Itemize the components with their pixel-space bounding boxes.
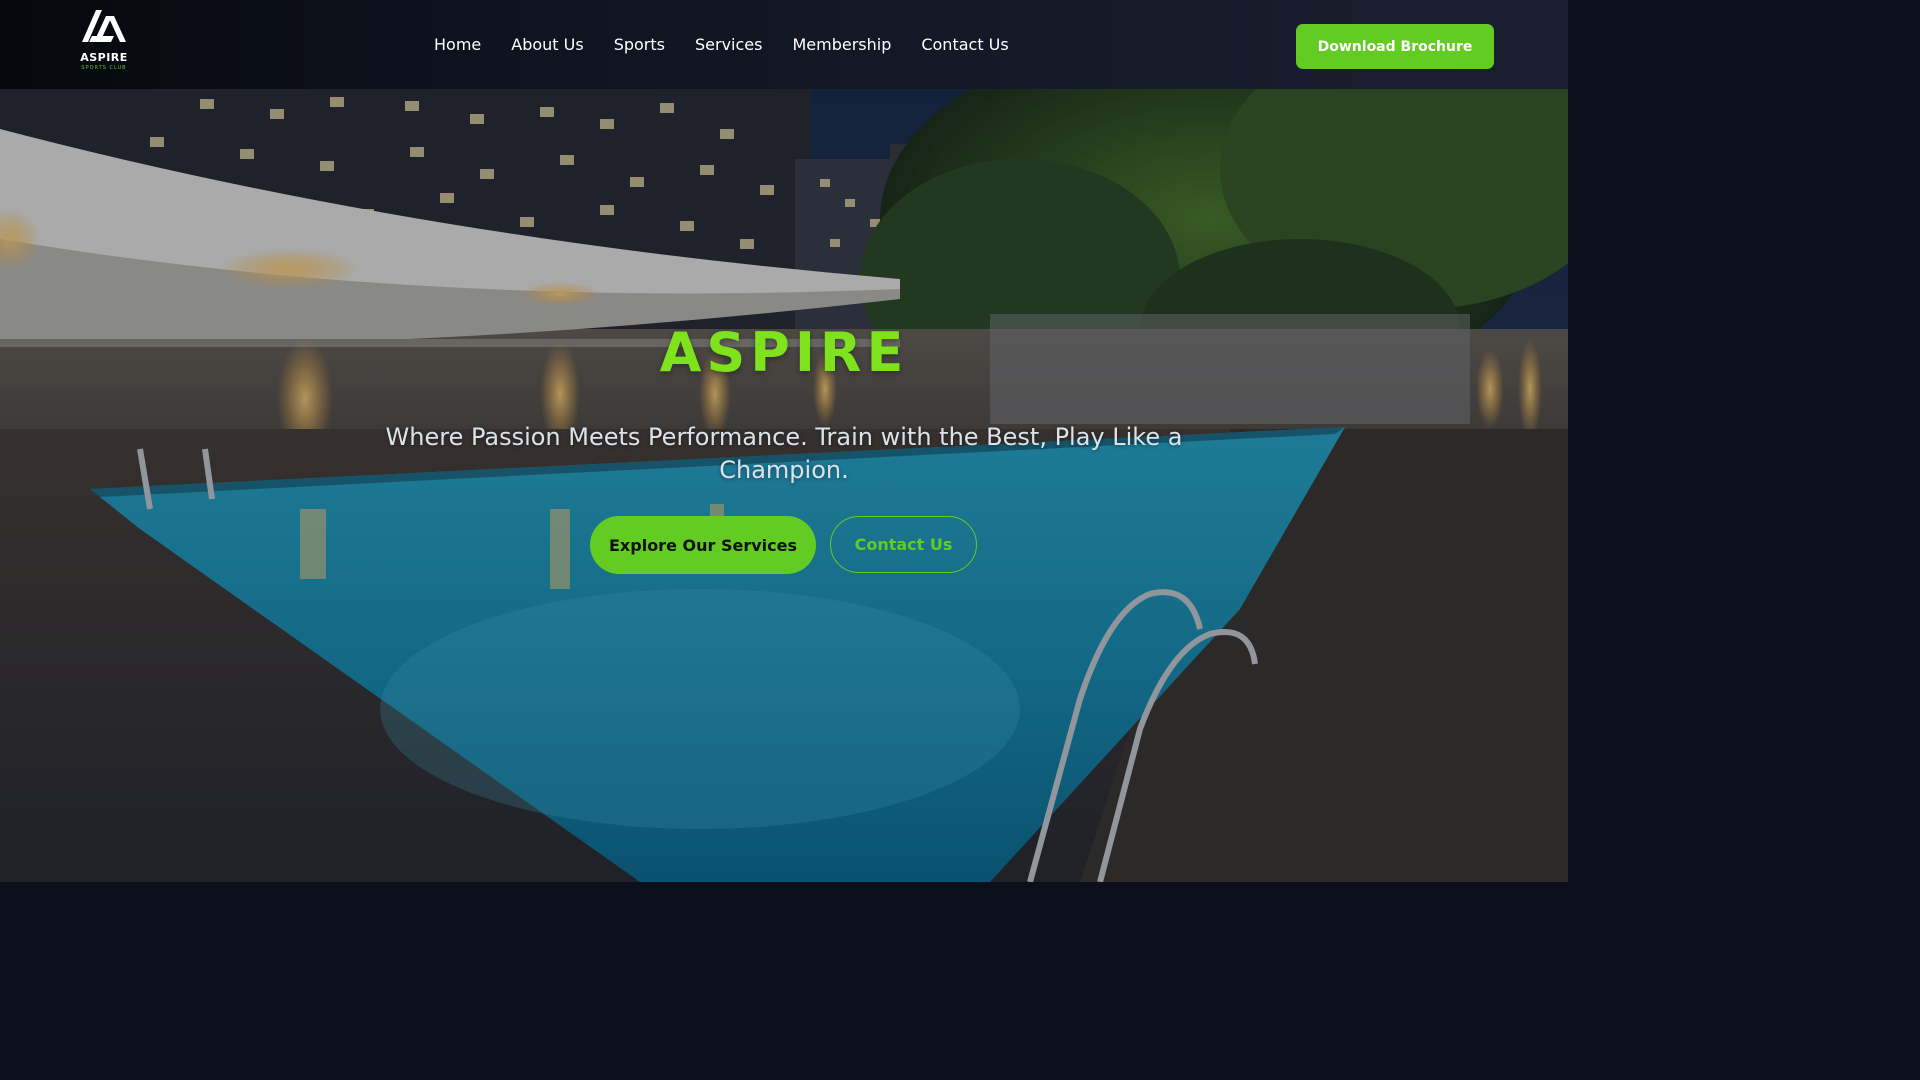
hero-contact-button[interactable]: Contact Us — [830, 516, 977, 573]
explore-services-button[interactable]: Explore Our Services — [590, 516, 816, 574]
hero-section: ASPIRE Where Passion Meets Performance. … — [0, 89, 1568, 882]
brand-logo[interactable]: ASPIRE SPORTS CLUB — [70, 6, 136, 71]
nav-item-contact-us[interactable]: Contact Us — [921, 35, 1008, 54]
aspire-logo-icon — [82, 10, 126, 42]
nav-item-sports[interactable]: Sports — [614, 35, 665, 54]
hero-tagline: Where Passion Meets Performance. Train w… — [385, 423, 1183, 484]
main-nav: Home About Us Sports Services Membership… — [434, 33, 1009, 55]
landing-page: ASPIRE SPORTS CLUB Home About Us Sports … — [0, 0, 1568, 882]
logo-tagline: SPORTS CLUB — [81, 65, 127, 71]
nav-item-about-us[interactable]: About Us — [511, 35, 583, 54]
nav-item-home[interactable]: Home — [434, 35, 481, 54]
site-header: ASPIRE SPORTS CLUB Home About Us Sports … — [0, 0, 1568, 89]
logo-wordmark: ASPIRE — [80, 51, 128, 64]
hero-title: ASPIRE — [659, 321, 909, 384]
nav-item-membership[interactable]: Membership — [792, 35, 891, 54]
download-brochure-button[interactable]: Download Brochure — [1296, 24, 1494, 69]
nav-item-services[interactable]: Services — [695, 35, 762, 54]
